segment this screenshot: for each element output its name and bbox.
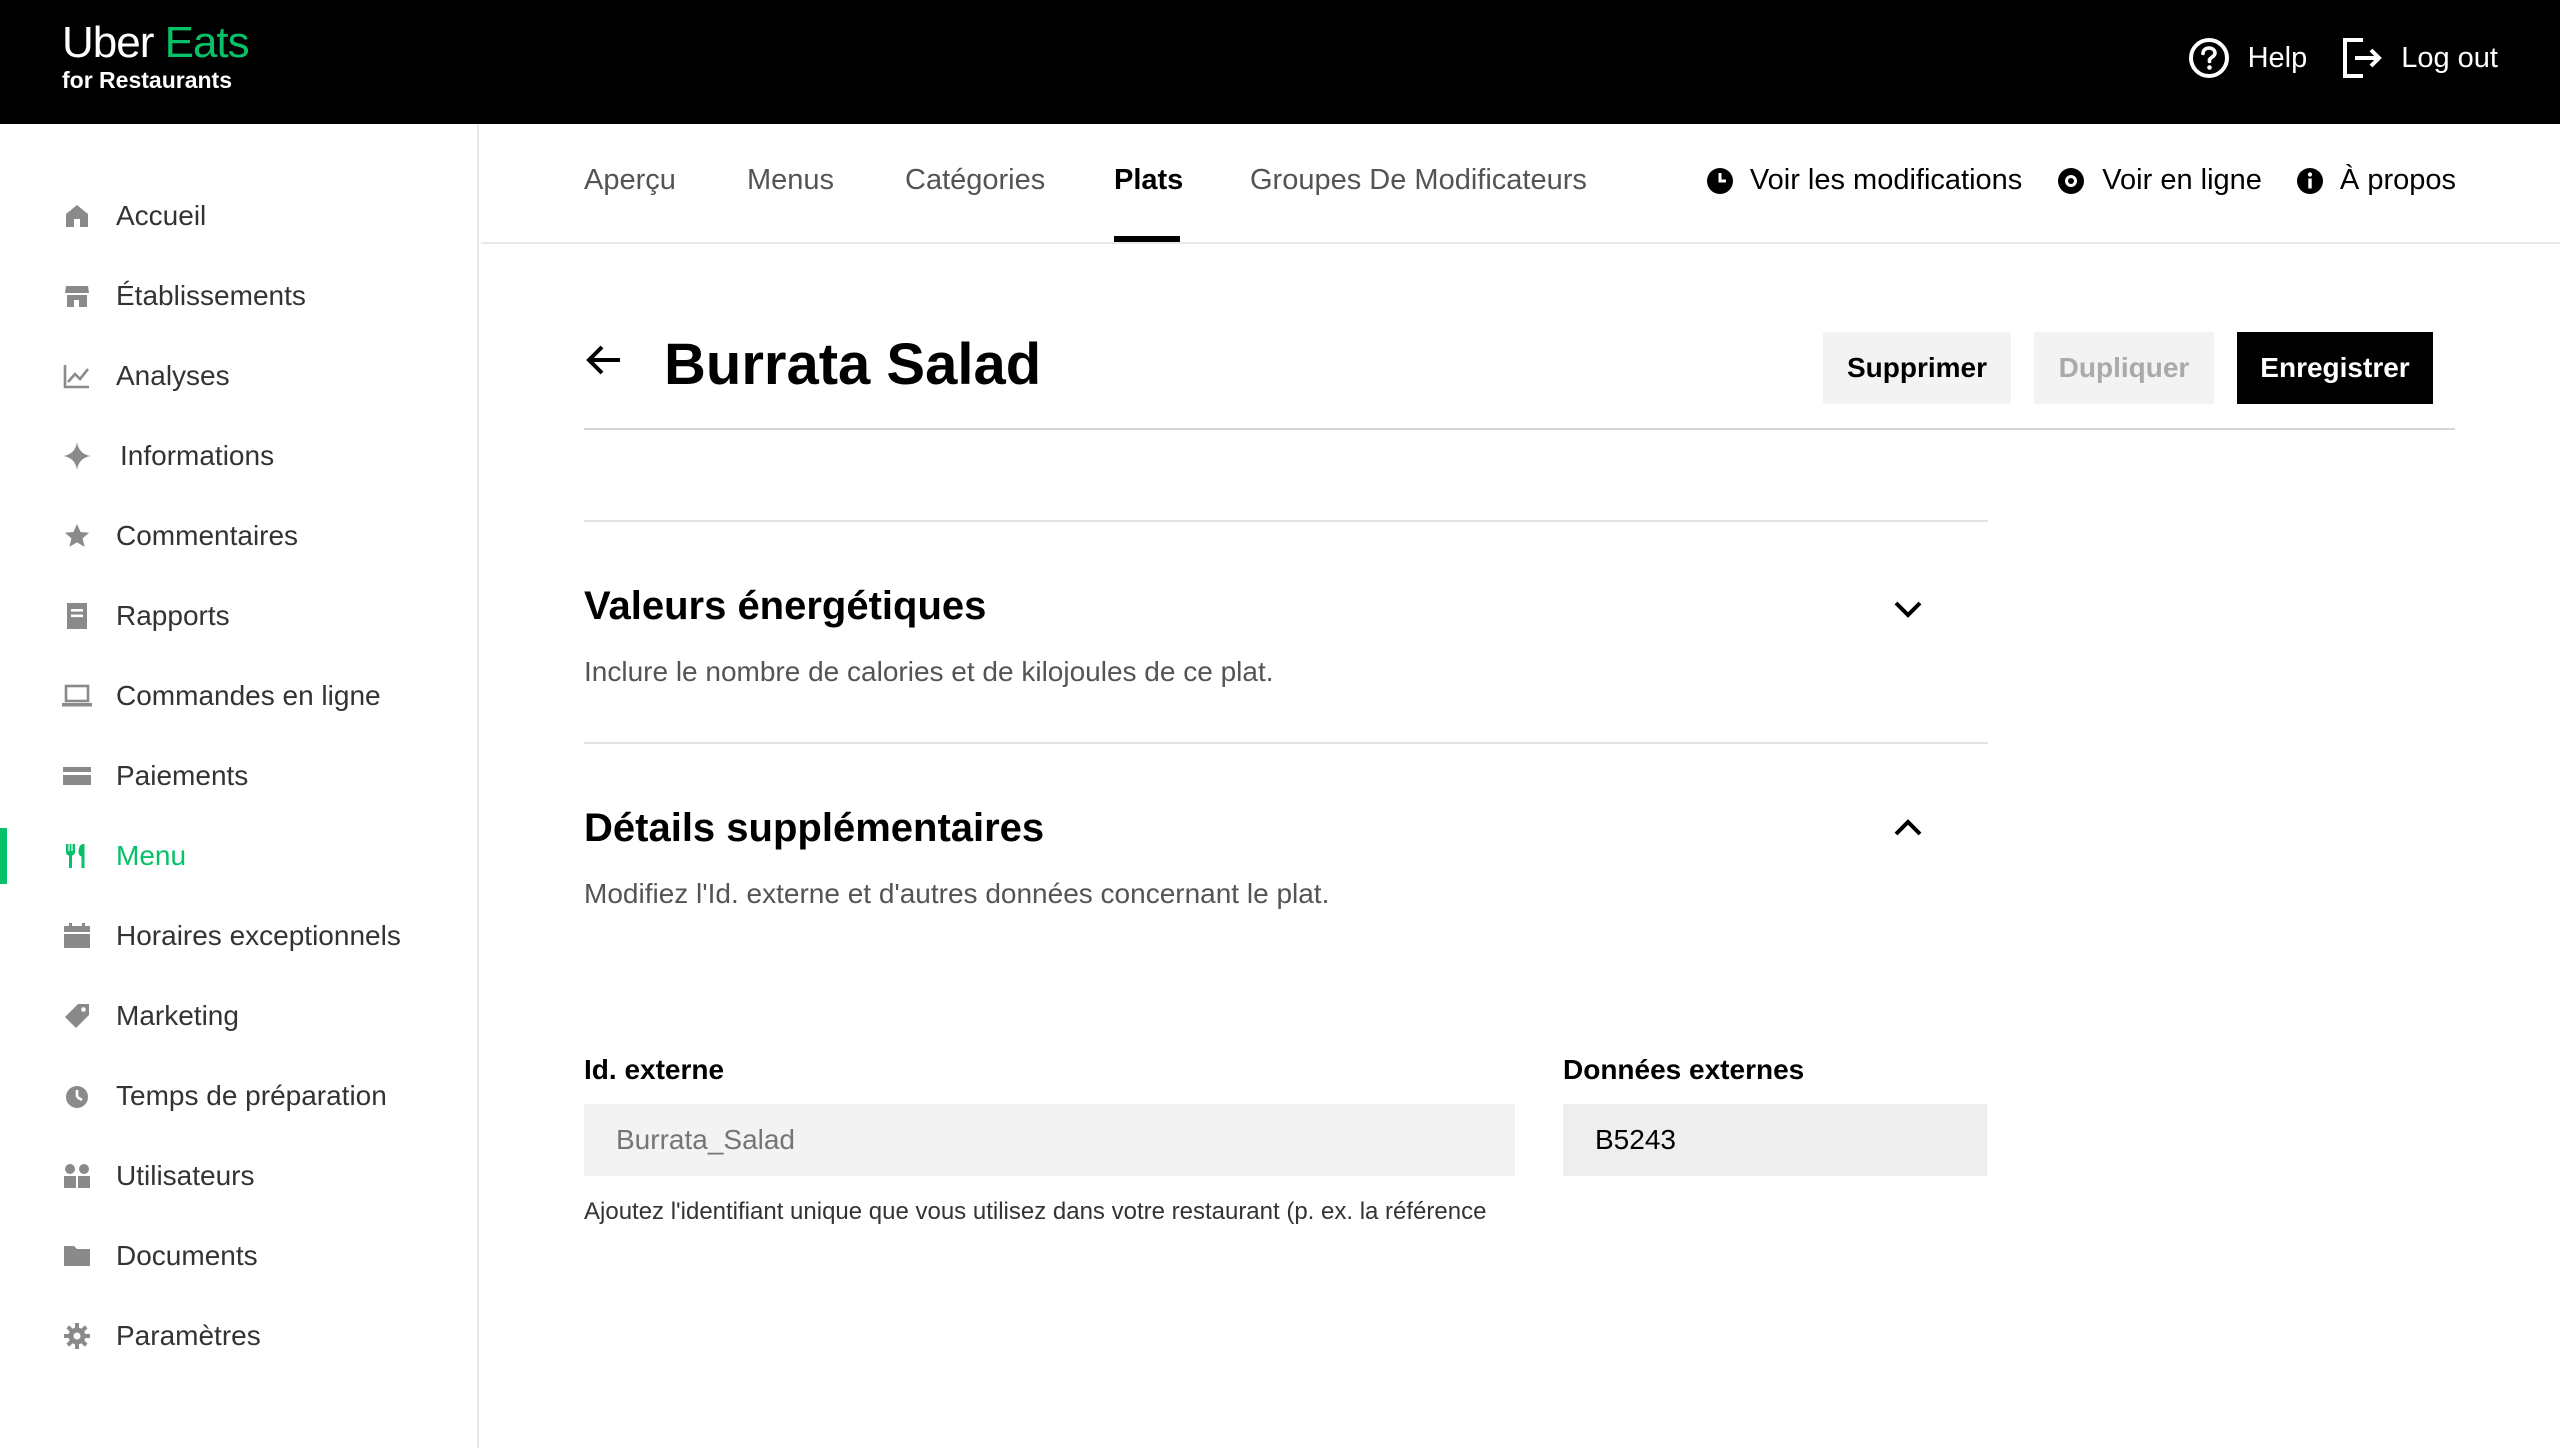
tab-actions: Voir les modifications Voir en ligne À p… (1706, 164, 2456, 197)
back-arrow-icon[interactable] (584, 340, 624, 380)
about-link[interactable]: À propos (2296, 164, 2456, 197)
section-divider (584, 742, 1988, 744)
sidebar-item-label: Paramètres (116, 1320, 261, 1351)
sidebar-item-paiements[interactable]: Paiements (0, 746, 477, 806)
sidebar-item-temps-de-preparation[interactable]: Temps de préparation (0, 1066, 477, 1126)
sidebar-item-label: Établissements (116, 280, 306, 311)
sidebar-item-etablissements[interactable]: Établissements (0, 266, 477, 326)
section-divider (584, 520, 1988, 522)
folder-icon (62, 1241, 92, 1271)
view-online-link[interactable]: Voir en ligne (2056, 164, 2262, 197)
sidebar-item-label: Documents (116, 1240, 258, 1271)
about-label: À propos (2339, 164, 2456, 196)
eye-icon (2058, 167, 2085, 194)
store-icon (62, 281, 92, 311)
sidebar: Accueil Établissements Analyses Informat… (0, 124, 479, 1448)
clock-icon (1706, 167, 1733, 194)
sidebar-item-label: Commandes en ligne (116, 680, 381, 711)
tab-menus[interactable]: Menus (747, 164, 834, 197)
help-link[interactable]: Help (2188, 37, 2308, 79)
external-id-input[interactable] (584, 1104, 1515, 1176)
uber-eats-logo[interactable]: Uber Eats for Restaurants (62, 18, 250, 94)
header-divider (584, 428, 2455, 430)
sidebar-item-label: Commentaires (116, 520, 299, 551)
sidebar-item-label: Accueil (116, 200, 207, 231)
logo-eats: Eats (164, 18, 250, 67)
star-icon (62, 521, 92, 551)
menu-tabs: Aperçu Menus Catégories Plats Groupes De… (481, 124, 2560, 244)
sidebar-item-label: Rapports (116, 600, 230, 631)
view-changes-link[interactable]: Voir les modifications (1706, 164, 2022, 197)
calendar-icon (62, 921, 92, 951)
logo-uber: Uber (62, 18, 154, 67)
laptop-icon (62, 681, 92, 711)
sidebar-item-analyses[interactable]: Analyses (0, 346, 477, 406)
logo-wordmark: Uber Eats (62, 18, 250, 68)
energy-section-description: Inclure le nombre de calories et de kilo… (584, 656, 1274, 687)
chevron-up-icon[interactable] (1890, 810, 1926, 846)
duplicate-button[interactable]: Dupliquer (2034, 332, 2214, 404)
home-icon (62, 201, 92, 231)
sidebar-item-label: Informations (120, 440, 275, 471)
logout-label: Log out (2401, 41, 2498, 74)
energy-section-title[interactable]: Valeurs énergétiques (584, 584, 986, 629)
info-icon (2296, 167, 2323, 194)
tag-icon (62, 1001, 92, 1031)
utensils-icon (62, 841, 92, 871)
sidebar-item-informations[interactable]: Informations (0, 426, 477, 486)
details-section-description: Modifiez l'Id. externe et d'autres donné… (584, 878, 1330, 909)
logo-subtitle: for Restaurants (62, 67, 232, 93)
tab-plats[interactable]: Plats (1114, 164, 1183, 197)
logout-link[interactable]: Log out (2341, 36, 2498, 80)
sidebar-item-label: Marketing (116, 1000, 239, 1031)
page-title: Burrata Salad (664, 332, 1042, 397)
tab-groupes-de-modificateurs[interactable]: Groupes De Modificateurs (1250, 164, 1587, 197)
chart-icon (62, 361, 92, 391)
view-changes-label: Voir les modifications (1749, 164, 2023, 196)
sidebar-item-accueil[interactable]: Accueil (0, 186, 477, 246)
details-section-title[interactable]: Détails supplémentaires (584, 806, 1044, 851)
sidebar-item-parametres[interactable]: Paramètres (0, 1306, 477, 1366)
sidebar-item-label: Horaires exceptionnels (116, 920, 401, 951)
sidebar-item-label: Temps de préparation (116, 1080, 387, 1111)
view-online-label: Voir en ligne (2102, 164, 2262, 196)
sidebar-item-commentaires[interactable]: Commentaires (0, 506, 477, 566)
top-bar: Uber Eats for Restaurants Help Log out (0, 0, 2560, 124)
tab-categories[interactable]: Catégories (905, 164, 1045, 197)
sidebar-item-rapports[interactable]: Rapports (0, 586, 477, 646)
save-button[interactable]: Enregistrer (2237, 332, 2433, 404)
sidebar-item-menu[interactable]: Menu (0, 826, 477, 886)
report-icon (62, 601, 92, 631)
top-actions: Help Log out (2188, 36, 2498, 80)
users-icon (62, 1161, 92, 1191)
timer-icon (62, 1081, 92, 1111)
external-id-label: Id. externe (584, 1054, 725, 1085)
logout-icon (2343, 38, 2383, 78)
chevron-down-icon[interactable] (1890, 591, 1926, 627)
help-label: Help (2247, 41, 2308, 74)
external-data-label: Données externes (1563, 1054, 1805, 1085)
sidebar-item-utilisateurs[interactable]: Utilisateurs (0, 1146, 477, 1206)
sidebar-item-label: Utilisateurs (116, 1160, 255, 1191)
card-icon (62, 761, 92, 791)
sidebar-item-commandes-en-ligne[interactable]: Commandes en ligne (0, 666, 477, 726)
sidebar-item-horaires-exceptionnels[interactable]: Horaires exceptionnels (0, 906, 477, 966)
help-circle-icon (2188, 38, 2229, 78)
sidebar-item-label: Paiements (116, 760, 249, 791)
tab-apercu[interactable]: Aperçu (584, 164, 676, 197)
sidebar-item-marketing[interactable]: Marketing (0, 986, 477, 1046)
sidebar-item-label: Menu (116, 840, 187, 871)
gear-icon (62, 1321, 92, 1351)
sparkle-icon (62, 441, 92, 471)
external-id-helper-text: Ajoutez l'identifiant unique que vous ut… (584, 1198, 1487, 1225)
sidebar-item-documents[interactable]: Documents (0, 1226, 477, 1286)
active-tab-indicator (1114, 236, 1180, 242)
sidebar-item-label: Analyses (116, 360, 230, 391)
external-data-input[interactable] (1563, 1104, 1987, 1176)
delete-button[interactable]: Supprimer (1823, 332, 2011, 404)
